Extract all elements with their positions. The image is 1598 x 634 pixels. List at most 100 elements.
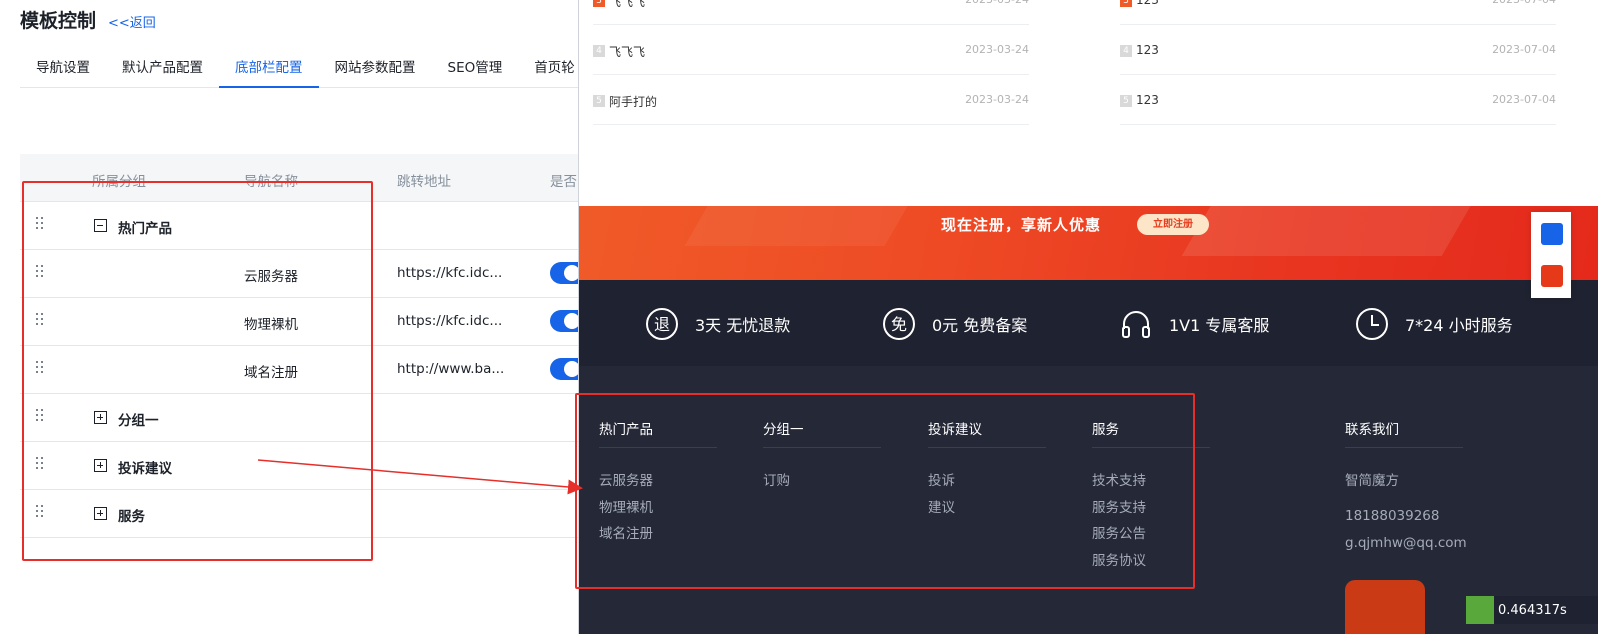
feature-label: 0元 免费备案	[932, 316, 1028, 335]
table-header: 所属分组 导航名称 跳转地址 是否	[20, 154, 578, 202]
footer-column-title: 联系我们	[1345, 418, 1463, 448]
tab-footer-config[interactable]: 底部栏配置	[219, 50, 319, 88]
free-glyph: 免	[891, 315, 907, 334]
footer-link[interactable]: 云服务器	[599, 469, 717, 496]
group-name: 分组一	[118, 413, 159, 429]
nav-url: https://kfc.idc...	[397, 265, 503, 281]
footer-link[interactable]: 服务协议	[1092, 549, 1210, 576]
rank-badge: 5	[1120, 95, 1132, 107]
table-row: 投诉建议	[20, 442, 578, 490]
footer-link[interactable]: 订购	[763, 469, 881, 496]
nav-name: 域名注册	[244, 365, 298, 381]
footer-column-hot-products: 热门产品 云服务器 物理裸机 域名注册	[599, 418, 717, 549]
footer-column-service: 服务 技术支持 服务支持 服务公告 服务协议	[1092, 418, 1210, 575]
footer-link[interactable]: 投诉	[928, 469, 1046, 496]
load-timer: 0.464317s	[1466, 596, 1598, 624]
nav-url: https://kfc.idc...	[397, 313, 503, 329]
screenshot-root: 模板控制 <<返回 导航设置 默认产品配置 底部栏配置 网站参数配置 SEO管理…	[0, 0, 1598, 634]
tab-site-params[interactable]: 网站参数配置	[319, 50, 432, 88]
column-url: 跳转地址	[397, 174, 451, 190]
nav-url: http://www.ba...	[397, 361, 505, 377]
footer-column-contact: 联系我们 智简魔方 18188039268 g.qjmhw@qq.com	[1345, 418, 1467, 551]
expand-icon[interactable]	[94, 411, 107, 424]
footer-column-group-one: 分组一 订购	[763, 418, 881, 496]
feature-strip: 退 3天 无忧退款 免 0元 免费备案 1V1 专属客服 7*24 小时服务	[579, 280, 1598, 366]
list-item[interactable]: 3 飞飞飞 2023-03-24	[593, 0, 1029, 25]
free-icon: 免	[883, 308, 915, 340]
collapse-icon[interactable]	[94, 219, 107, 232]
news-title: 阿手打的	[609, 95, 658, 109]
tab-nav-settings[interactable]: 导航设置	[20, 50, 106, 88]
group-name: 服务	[118, 509, 145, 525]
clock-icon	[1356, 308, 1388, 340]
footer-link[interactable]: 服务支持	[1092, 496, 1210, 523]
expand-icon[interactable]	[94, 459, 107, 472]
refund-glyph: 退	[654, 315, 670, 334]
drag-handle-icon[interactable]	[36, 361, 46, 377]
edit-icon[interactable]	[1541, 265, 1563, 287]
drag-handle-icon[interactable]	[36, 505, 46, 521]
news-title: 123	[1136, 43, 1159, 57]
contact-company: 智简魔方	[1345, 473, 1399, 489]
footer-link[interactable]: 技术支持	[1092, 469, 1210, 496]
footer-link[interactable]: 域名注册	[599, 522, 717, 549]
contact-email[interactable]: g.qjmhw@qq.com	[1345, 535, 1467, 551]
column-nav-name: 导航名称	[244, 174, 298, 190]
footer-column-title: 服务	[1092, 418, 1210, 448]
feature-support[interactable]: 1V1 专属客服	[1119, 307, 1269, 341]
news-title: 123	[1136, 0, 1159, 7]
list-item[interactable]: 5 阿手打的 2023-03-24	[593, 75, 1029, 125]
edit-badge-icon[interactable]	[1345, 580, 1425, 634]
site-footer: 热门产品 云服务器 物理裸机 域名注册 分组一 订购 投诉建议 投诉 建议 服务…	[579, 366, 1598, 634]
news-list-right: 3 123 2023-07-04 4 123 2023-07-04 5 123 …	[1120, 0, 1556, 125]
rank-badge: 3	[1120, 0, 1132, 7]
rank-badge: 4	[593, 45, 605, 57]
footer-link[interactable]: 建议	[928, 496, 1046, 523]
drag-handle-icon[interactable]	[36, 217, 46, 233]
feature-label: 1V1 专属客服	[1169, 316, 1270, 335]
tab-default-product[interactable]: 默认产品配置	[106, 50, 219, 88]
drag-handle-icon[interactable]	[36, 457, 46, 473]
website-preview: 3 飞飞飞 2023-03-24 4 飞飞飞 2023-03-24 5 阿手打的…	[578, 0, 1598, 634]
nav-name: 物理裸机	[244, 317, 298, 333]
list-item[interactable]: 3 123 2023-07-04	[1120, 0, 1556, 25]
list-item[interactable]: 5 123 2023-07-04	[1120, 75, 1556, 125]
list-item[interactable]: 4 123 2023-07-04	[1120, 25, 1556, 75]
column-enabled: 是否	[550, 174, 577, 190]
list-item[interactable]: 4 飞飞飞 2023-03-24	[593, 25, 1029, 75]
footer-link[interactable]: 物理裸机	[599, 496, 717, 523]
refund-icon: 退	[646, 308, 678, 340]
tab-seo[interactable]: SEO管理	[432, 50, 519, 88]
table-row: 云服务器 https://kfc.idc...	[20, 250, 598, 298]
feature-refund[interactable]: 退 3天 无忧退款	[645, 307, 790, 341]
group-name: 热门产品	[118, 221, 172, 237]
drag-handle-icon[interactable]	[36, 313, 46, 329]
expand-icon[interactable]	[94, 507, 107, 520]
footer-nav-table: 所属分组 导航名称 跳转地址 是否 热门产品 云服务器 https://kfc.…	[20, 154, 598, 538]
footer-link[interactable]: 服务公告	[1092, 522, 1210, 549]
feature-24h[interactable]: 7*24 小时服务	[1355, 307, 1513, 341]
feature-free-filing[interactable]: 免 0元 免费备案	[882, 307, 1027, 341]
headset-icon	[1122, 311, 1150, 338]
feature-label: 7*24 小时服务	[1405, 316, 1513, 335]
column-group: 所属分组	[92, 174, 146, 190]
rank-badge: 3	[593, 0, 605, 7]
news-date: 2023-07-04	[1492, 93, 1556, 106]
rank-badge: 4	[1120, 45, 1132, 57]
register-button[interactable]: 立即注册	[1137, 214, 1209, 235]
back-link[interactable]: <<返回	[108, 12, 156, 31]
news-date: 2023-07-04	[1492, 0, 1556, 6]
footer-column-title: 投诉建议	[928, 418, 1046, 448]
group-name: 投诉建议	[118, 461, 172, 477]
drag-handle-icon[interactable]	[36, 409, 46, 425]
admin-panel: 模板控制 <<返回 导航设置 默认产品配置 底部栏配置 网站参数配置 SEO管理…	[0, 0, 598, 634]
table-row: 物理裸机 https://kfc.idc...	[20, 298, 598, 346]
diamond-icon[interactable]	[1541, 223, 1563, 245]
rank-badge: 5	[593, 95, 605, 107]
drag-handle-icon[interactable]	[36, 265, 46, 281]
timer-logo-icon	[1466, 596, 1494, 624]
promo-text: 现在注册，享新人优惠	[941, 216, 1102, 234]
news-date: 2023-03-24	[965, 93, 1029, 106]
config-tabs: 导航设置 默认产品配置 底部栏配置 网站参数配置 SEO管理 首页轮	[20, 50, 578, 88]
timer-value: 0.464317s	[1498, 602, 1567, 618]
